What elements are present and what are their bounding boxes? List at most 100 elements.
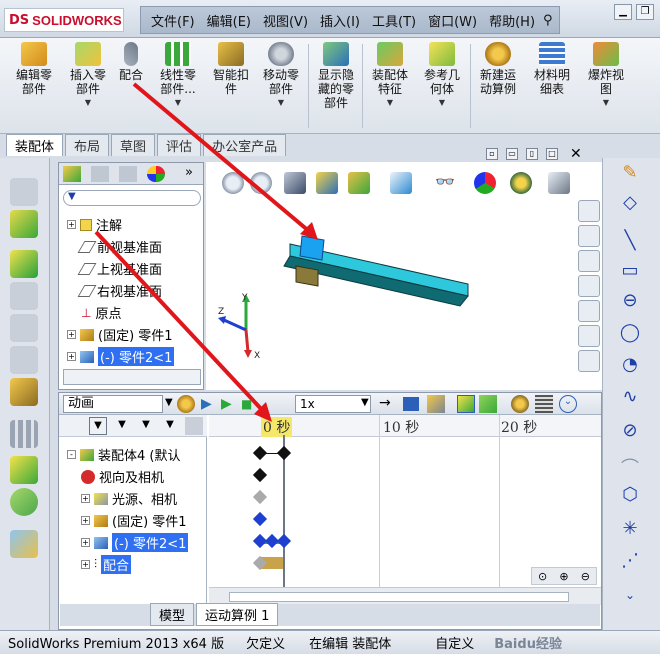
time-bar[interactable]	[283, 435, 285, 607]
timeline-area[interactable]: 0 秒 10 秒 20 秒 ⊙ ⊕ ⊖	[209, 415, 601, 607]
motion-tree-camera[interactable]: 视向及相机	[81, 467, 164, 486]
tab-layout[interactable]: 布局	[65, 134, 110, 156]
collapse-icon[interactable]: ⌄	[559, 395, 577, 413]
zoom-in-icon[interactable]: ⊕	[559, 570, 568, 583]
filter-animated-icon[interactable]: ▼	[89, 417, 107, 435]
pattern-icon[interactable]	[10, 420, 38, 448]
calculate-icon[interactable]	[177, 395, 195, 413]
circle-icon[interactable]: ◯	[617, 322, 643, 346]
tab-sketch[interactable]: 草图	[111, 134, 156, 156]
component-icon[interactable]	[10, 178, 38, 206]
playback-mode-icon[interactable]: →	[379, 395, 391, 411]
section-view-icon[interactable]	[316, 172, 338, 194]
resources-icon[interactable]	[578, 200, 600, 222]
menu-edit[interactable]: 编辑(E)	[201, 11, 257, 30]
edit-component-button[interactable]: 编辑零 部件	[8, 42, 60, 96]
play-from-start-icon[interactable]: ▶	[201, 396, 212, 412]
add-key-icon[interactable]	[479, 395, 497, 413]
construction-line-icon[interactable]: ⋰	[617, 550, 643, 574]
insert-component-button[interactable]: 插入零 部件 ▼	[62, 42, 114, 110]
line-icon[interactable]: ╲	[617, 230, 643, 254]
expand-toggle[interactable]: +	[81, 560, 90, 569]
arc-icon[interactable]: ◔	[617, 354, 643, 378]
tree-item-right-plane[interactable]: 右视基准面	[77, 281, 162, 300]
study-type-dropdown-icon[interactable]: ▼	[165, 397, 173, 408]
menu-window[interactable]: 窗口(W)	[422, 11, 483, 30]
expand-toggle[interactable]: +	[67, 220, 76, 229]
expand-toggle[interactable]: +	[81, 516, 90, 525]
smart-dimension-icon[interactable]: ◇	[617, 192, 643, 216]
rectangle-icon[interactable]: ▭	[617, 260, 643, 284]
tree-item-origin[interactable]: ⊥ 原点	[81, 303, 121, 323]
motion-tree-assembly[interactable]: - 装配体4 (默认	[67, 445, 180, 464]
zoom-timeline-icon[interactable]	[185, 417, 203, 435]
library-icon[interactable]	[578, 250, 600, 272]
tree-item-annotations[interactable]: + 注解	[67, 215, 122, 234]
key-point[interactable]	[252, 445, 268, 461]
appearances-icon[interactable]	[578, 325, 600, 347]
view-orientation-icon[interactable]	[348, 172, 370, 194]
filter-icon[interactable]: ▼	[63, 190, 201, 206]
autokey-icon[interactable]	[457, 395, 475, 413]
hide-show-icon[interactable]: 👓	[434, 172, 456, 194]
curve-icon[interactable]	[10, 488, 38, 516]
fillet-icon[interactable]	[10, 346, 38, 374]
scene-icon[interactable]	[510, 172, 532, 194]
display-style-icon[interactable]	[390, 172, 412, 194]
filter-results-icon[interactable]: ▼	[161, 417, 179, 435]
motion-tree-mates[interactable]: + ⫶ 配合	[81, 555, 132, 574]
status-units[interactable]: 自定义	[427, 633, 482, 652]
menu-tools[interactable]: 工具(T)	[366, 11, 422, 30]
tab-motion-study-1[interactable]: 运动算例 1	[196, 603, 279, 626]
spline-icon[interactable]: ∿	[617, 386, 643, 410]
zoom-area-icon[interactable]	[250, 172, 272, 194]
scrollbar-thumb[interactable]	[229, 592, 569, 602]
custom-properties-icon[interactable]	[578, 350, 600, 372]
save-animation-icon[interactable]	[403, 397, 419, 411]
revolve-icon[interactable]	[10, 282, 38, 310]
wand-icon[interactable]	[10, 378, 38, 406]
key-point[interactable]	[252, 489, 268, 505]
motion-tree-lights[interactable]: + 光源、相机	[81, 489, 177, 508]
explorer-icon[interactable]	[578, 275, 600, 297]
menu-help[interactable]: 帮助(H)	[483, 11, 541, 30]
minimize-icon[interactable]: ▁	[614, 4, 632, 20]
more-chevron-icon[interactable]: ⌄	[617, 588, 643, 612]
filter-driving-icon[interactable]: ▼	[113, 417, 131, 435]
tree-item-part2[interactable]: + (-) 零件2<1	[67, 347, 175, 366]
tab-model[interactable]: 模型	[150, 603, 195, 626]
expand-chevron-icon[interactable]: »	[185, 165, 193, 180]
solidworks-logo[interactable]: DS SOLIDWORKS	[4, 8, 124, 32]
motion-tree-part2[interactable]: + (-) 零件2<1	[81, 533, 189, 552]
key-point[interactable]	[276, 445, 292, 461]
tab-assembly[interactable]: 装配体	[6, 134, 64, 156]
tab-evaluate[interactable]: 评估	[157, 134, 202, 156]
study-type-select[interactable]: 动画	[63, 395, 163, 413]
motor-icon[interactable]	[511, 395, 529, 413]
tab-office[interactable]: 办公室产品	[203, 134, 287, 156]
new-motion-study-button[interactable]: 新建运 动算例	[472, 42, 524, 96]
animation-wizard-icon[interactable]	[427, 395, 445, 413]
menu-view[interactable]: 视图(V)	[257, 11, 314, 30]
menu-insert[interactable]: 插入(I)	[314, 11, 366, 30]
expand-toggle[interactable]: -	[67, 450, 76, 459]
menu-file[interactable]: 文件(F)	[145, 11, 201, 30]
slot-icon[interactable]: ⊖	[617, 290, 643, 314]
fillet-sketch-icon[interactable]: ⌒	[617, 454, 643, 479]
insert-part-icon[interactable]	[10, 210, 38, 238]
dimension-icon[interactable]	[10, 530, 38, 558]
pin-icon[interactable]: ⚲	[541, 13, 555, 28]
viewport-close-icon[interactable]: ✕	[570, 146, 582, 162]
feature-tree-tab-icon[interactable]	[63, 166, 81, 182]
ellipse-icon[interactable]: ⊘	[617, 420, 643, 444]
move-component-button[interactable]: 移动零 部件 ▼	[256, 42, 306, 110]
expand-toggle[interactable]: +	[67, 352, 76, 361]
tree-item-part1[interactable]: + (固定) 零件1	[67, 325, 173, 344]
viewport-max-icon[interactable]: □	[546, 148, 558, 160]
motion-tree-part1[interactable]: + (固定) 零件1	[81, 511, 187, 530]
config-tab-icon[interactable]	[119, 166, 137, 182]
reference-icon[interactable]	[10, 456, 38, 484]
zoom-fit-icon[interactable]: ⊙	[538, 570, 547, 583]
tree-item-top-plane[interactable]: 上视基准面	[77, 259, 162, 278]
palette-icon[interactable]	[578, 300, 600, 322]
